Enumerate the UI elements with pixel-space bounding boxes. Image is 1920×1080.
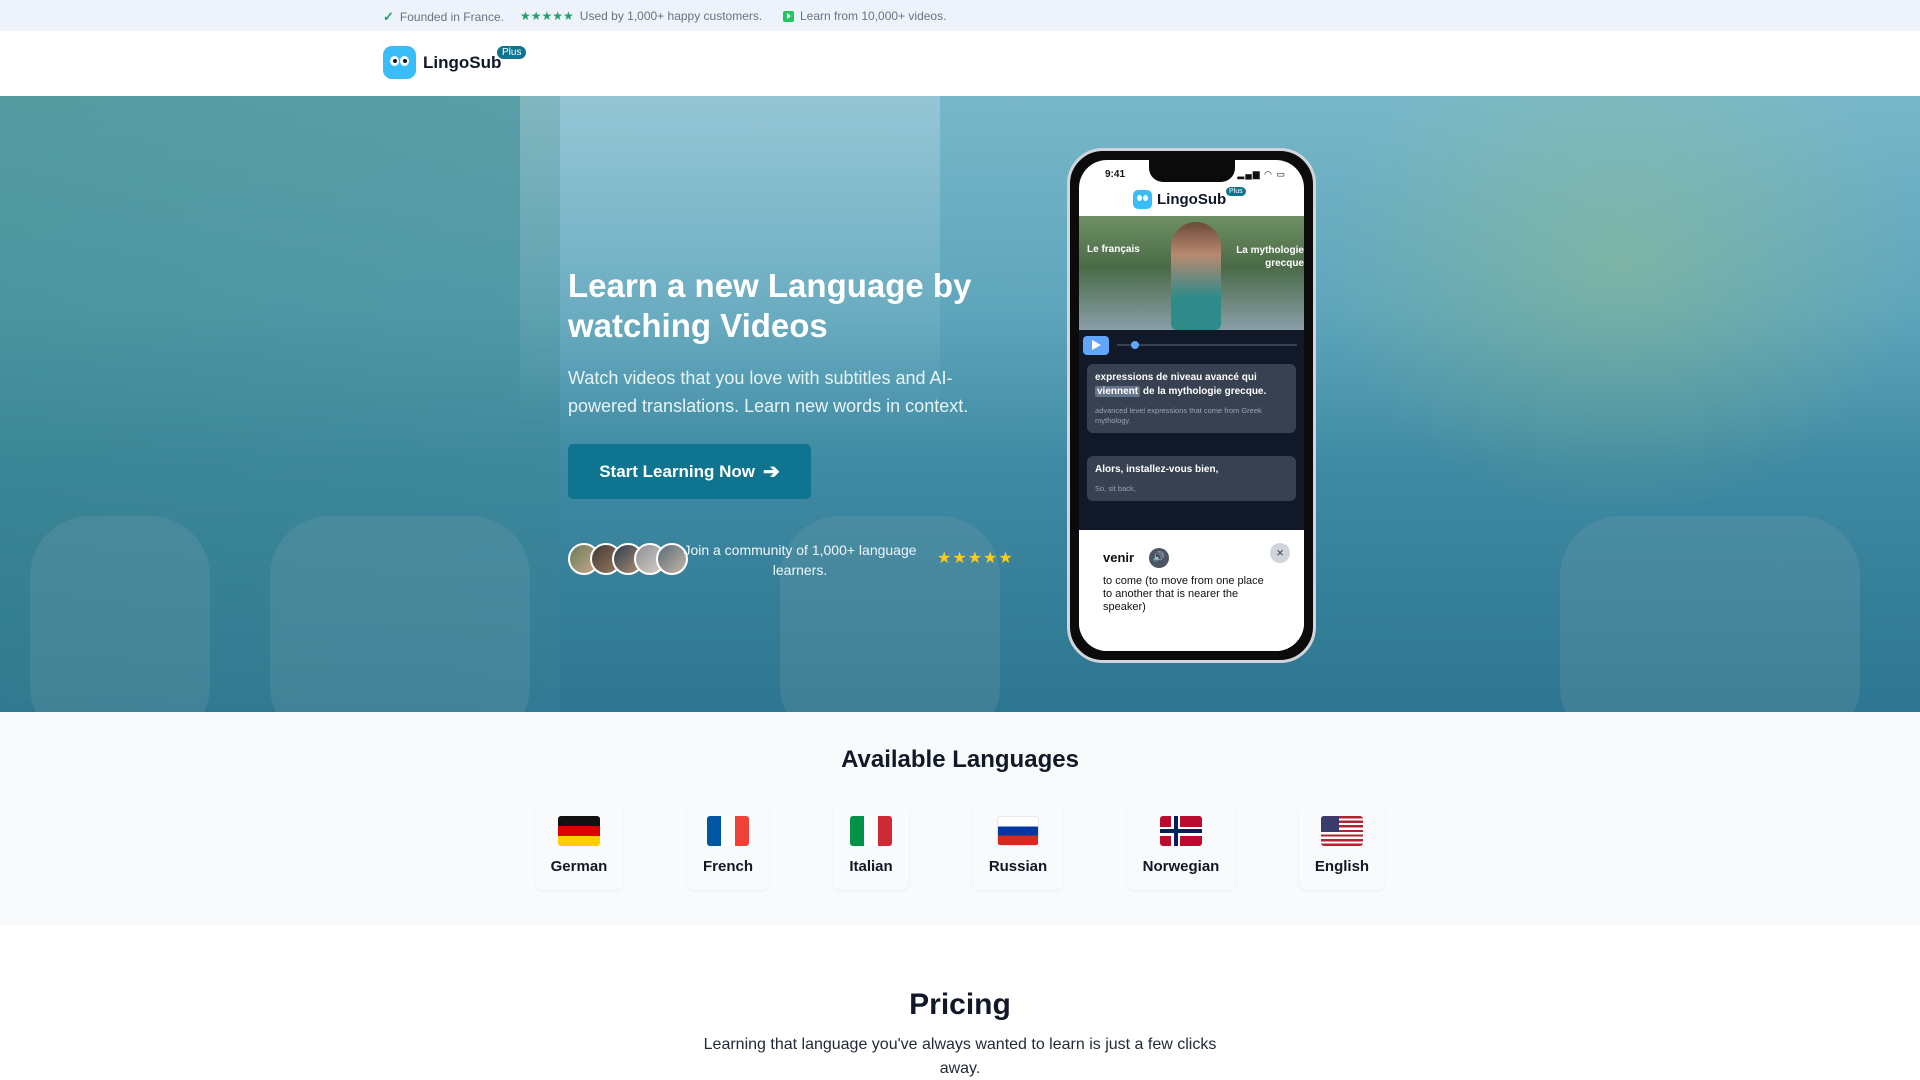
- definition-text: to come (to move from one place to anoth…: [1103, 575, 1264, 613]
- video-controls: [1079, 330, 1304, 360]
- phone-screen: 9:41 ▂▄▆ ◠ ▭ LingoSub Plus Le français L…: [1079, 160, 1304, 651]
- lingosub-logo-icon: [383, 46, 416, 79]
- star-rating-icon: ★★★★★: [937, 550, 1014, 567]
- italy-flag-icon: [850, 816, 892, 846]
- subtitle-text: Alors, installez-vous bien,: [1095, 464, 1219, 475]
- hero-background-card: [30, 516, 210, 712]
- france-flag-icon: [707, 816, 749, 846]
- plus-badge: Plus: [1226, 187, 1246, 196]
- pricing-title: Pricing: [909, 988, 1011, 1021]
- language-card-russian[interactable]: Russian: [973, 802, 1063, 890]
- community-text: Join a community of 1,000+ language lear…: [683, 542, 917, 578]
- plus-badge: Plus: [496, 45, 528, 60]
- subtitle-card[interactable]: expressions de niveau avancé qui viennen…: [1087, 364, 1296, 433]
- arrow-right-icon: ➔: [763, 461, 780, 483]
- hero-background-card: [270, 516, 530, 712]
- pricing-subtitle: Learning that language you've always wan…: [703, 1036, 1217, 1077]
- trust-item-founded: ✓ Founded in France.: [383, 9, 504, 25]
- progress-track[interactable]: [1117, 344, 1297, 346]
- language-name: Norwegian: [1142, 858, 1220, 875]
- brand-logo[interactable]: LingoSub Plus: [383, 45, 528, 79]
- progress-knob[interactable]: [1131, 341, 1139, 349]
- word-definition-popup: venir 🔊 × to come (to move from one plac…: [1079, 530, 1304, 651]
- language-card-norwegian[interactable]: Norwegian: [1127, 802, 1235, 890]
- language-card-german[interactable]: German: [535, 802, 623, 890]
- trust-item-customers: ★★★★★ Used by 1,000+ happy customers.: [520, 9, 762, 23]
- video-label-left: Le français: [1087, 244, 1140, 255]
- brand-name: LingoSub: [423, 52, 502, 72]
- hero-title: Learn a new Language by watching Videos: [568, 267, 972, 344]
- status-icons: ▂▄▆ ◠ ▭: [1237, 169, 1286, 179]
- hero-background-people: [1320, 96, 1920, 516]
- language-card-italian[interactable]: Italian: [833, 802, 909, 890]
- hero-subtitle: Watch videos that you love with subtitle…: [568, 368, 969, 416]
- phone-notch: [1149, 160, 1235, 182]
- community-avatars: [568, 543, 688, 575]
- phone-app-logo: LingoSub: [1133, 190, 1226, 209]
- languages-section: Available Languages German French Italia…: [0, 712, 1920, 925]
- germany-flag-icon: [558, 816, 600, 846]
- trust-videos-text: Learn from 10,000+ videos.: [800, 9, 947, 23]
- speaker-icon[interactable]: 🔊: [1149, 548, 1169, 568]
- usa-flag-icon: [1321, 816, 1363, 846]
- subtitle-text: expressions de niveau avancé qui viennen…: [1095, 372, 1267, 397]
- definition-word: venir: [1103, 550, 1135, 565]
- star-rating-icon: ★★★★★: [520, 9, 574, 23]
- russia-flag-icon: [997, 816, 1039, 846]
- subtitle-card[interactable]: Alors, installez-vous bien, So, sit back…: [1087, 456, 1296, 501]
- highlighted-word[interactable]: viennent: [1095, 386, 1141, 397]
- trust-item-videos: Learn from 10,000+ videos.: [783, 9, 946, 23]
- phone-mockup: 9:41 ▂▄▆ ◠ ▭ LingoSub Plus Le français L…: [1067, 148, 1316, 663]
- language-name: Italian: [849, 858, 893, 875]
- start-learning-button[interactable]: Start Learning Now ➔: [568, 444, 811, 499]
- video-label-right: La mythologie grecque: [1236, 245, 1304, 269]
- language-card-french[interactable]: French: [687, 802, 769, 890]
- check-icon: ✓: [383, 9, 394, 24]
- language-name: German: [550, 858, 608, 875]
- language-name: Russian: [988, 858, 1048, 875]
- subtitle-list: expressions de niveau avancé qui viennen…: [1079, 360, 1304, 530]
- video-person: [1171, 222, 1221, 330]
- trust-founded-text: Founded in France.: [399, 10, 504, 24]
- hero-background-card: [1560, 516, 1860, 712]
- video-player[interactable]: Le français La mythologie grecque: [1079, 216, 1304, 330]
- language-name: French: [702, 858, 753, 875]
- trust-bar: ✓ Founded in France. ★★★★★ Used by 1,000…: [0, 0, 1920, 31]
- start-learning-label: Start Learning Now: [599, 461, 756, 481]
- language-name: English: [1314, 858, 1370, 875]
- trust-customers-text: Used by 1,000+ happy customers.: [579, 9, 763, 23]
- navbar: LingoSub Plus: [0, 31, 1920, 96]
- norway-flag-icon: [1160, 816, 1202, 846]
- subtitle-translation: advanced level expressions that come fro…: [1095, 406, 1262, 425]
- subtitle-translation: So, sit back,: [1095, 484, 1136, 493]
- close-icon[interactable]: ×: [1270, 543, 1290, 563]
- hero-section: Learn a new Language by watching Videos …: [0, 96, 1920, 712]
- lingosub-logo-icon: [1133, 190, 1152, 209]
- play-square-icon: [783, 10, 794, 22]
- language-card-english[interactable]: English: [1299, 802, 1385, 890]
- play-icon[interactable]: [1083, 336, 1109, 355]
- languages-title: Available Languages: [841, 746, 1079, 773]
- phone-app-name: LingoSub: [1157, 191, 1227, 208]
- status-time: 9:41: [1105, 169, 1126, 180]
